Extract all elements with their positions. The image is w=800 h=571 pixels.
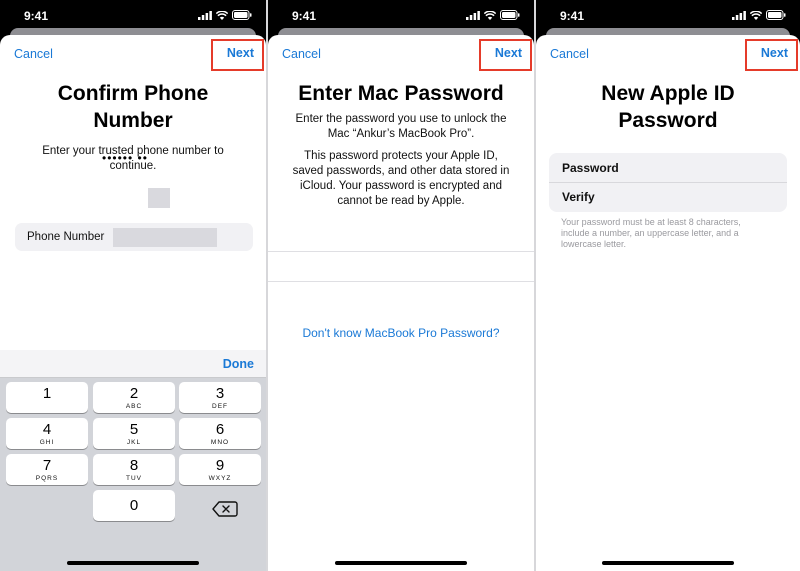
cancel-button[interactable]: Cancel <box>282 47 321 61</box>
status-time: 9:41 <box>292 9 317 23</box>
phone-number-field[interactable]: Phone Number <box>15 223 253 251</box>
numeric-keypad: Done 1 2 ABC 3 DEF 4 GHI 5 JKL 6 MNO 7 PQRS 8T… <box>0 350 266 571</box>
home-indicator <box>335 561 467 565</box>
signal-icon <box>466 10 480 20</box>
battery-icon <box>500 10 520 20</box>
signal-icon <box>198 10 212 20</box>
redacted-phone-input <box>113 228 217 247</box>
next-button[interactable]: Next <box>495 46 522 60</box>
new-apple-id-password-screen: 9:41 Cancel Next New Apple ID Password P… <box>536 0 800 571</box>
password-label: Password <box>562 161 619 175</box>
verify-label: Verify <box>562 190 595 204</box>
confirm-phone-screen: 9:41 Cancel Next Confirm Phone Number En… <box>0 0 266 571</box>
home-indicator <box>67 561 199 565</box>
battery-icon <box>232 10 252 20</box>
next-button[interactable]: Next <box>761 46 788 60</box>
phone-number-label: Phone Number <box>27 231 105 243</box>
key-6[interactable]: 6 MNO <box>179 418 261 449</box>
modal-sheet: Cancel Next Confirm Phone Number Enter y… <box>0 35 266 571</box>
wifi-icon <box>216 10 228 20</box>
key-2[interactable]: 2 ABC <box>93 382 175 413</box>
redacted-digits <box>148 188 170 208</box>
verify-field[interactable]: Verify <box>549 183 787 212</box>
status-time: 9:41 <box>24 9 49 23</box>
keyboard-toolbar: Done <box>0 350 266 378</box>
field-divider-bottom <box>268 281 534 282</box>
mac-password-input[interactable] <box>268 252 534 281</box>
forgot-mac-password-link[interactable]: Don't know MacBook Pro Password? <box>268 326 534 340</box>
password-field[interactable]: Password <box>549 153 787 182</box>
done-button[interactable]: Done <box>223 357 254 371</box>
password-explanation: This password protects your Apple ID, sa… <box>292 150 510 207</box>
cancel-button[interactable]: Cancel <box>550 47 589 61</box>
home-indicator <box>602 561 734 565</box>
unlock-instruction: Enter the password you use to unlock the… <box>295 113 507 140</box>
password-requirements: Your password must be at least 8 charact… <box>561 217 741 249</box>
key-8[interactable]: 8 TUV <box>93 454 175 485</box>
key-1[interactable]: 1 <box>6 382 88 413</box>
modal-sheet: Cancel Next Enter Mac Password Enter the… <box>268 35 534 571</box>
mac-password-screen: 9:41 Cancel Next Enter Mac Password Ente… <box>268 0 534 571</box>
status-time: 9:41 <box>560 9 585 23</box>
modal-sheet: Cancel Next New Apple ID Password Passwo… <box>536 35 800 571</box>
cancel-button[interactable]: Cancel <box>14 47 53 61</box>
wifi-icon <box>484 10 496 20</box>
key-9[interactable]: 9 WXYZ <box>179 454 261 485</box>
page-title: Enter Mac Password <box>298 82 504 105</box>
key-3[interactable]: 3 DEF <box>179 382 261 413</box>
next-button[interactable]: Next <box>227 46 254 60</box>
key-5[interactable]: 5 JKL <box>93 418 175 449</box>
delete-key-icon[interactable] <box>209 498 241 520</box>
page-title: Confirm Phone Number <box>57 82 209 132</box>
page-title: New Apple ID Password <box>601 82 735 132</box>
key-0[interactable]: 0 <box>93 490 175 521</box>
wifi-icon <box>750 10 762 20</box>
key-7[interactable]: 7 PQRS <box>6 454 88 485</box>
key-4[interactable]: 4 GHI <box>6 418 88 449</box>
battery-icon <box>766 10 786 20</box>
signal-icon <box>732 10 746 20</box>
masked-phone-number: •••••• •• <box>102 151 148 165</box>
password-field-group: Password Verify <box>549 153 787 212</box>
